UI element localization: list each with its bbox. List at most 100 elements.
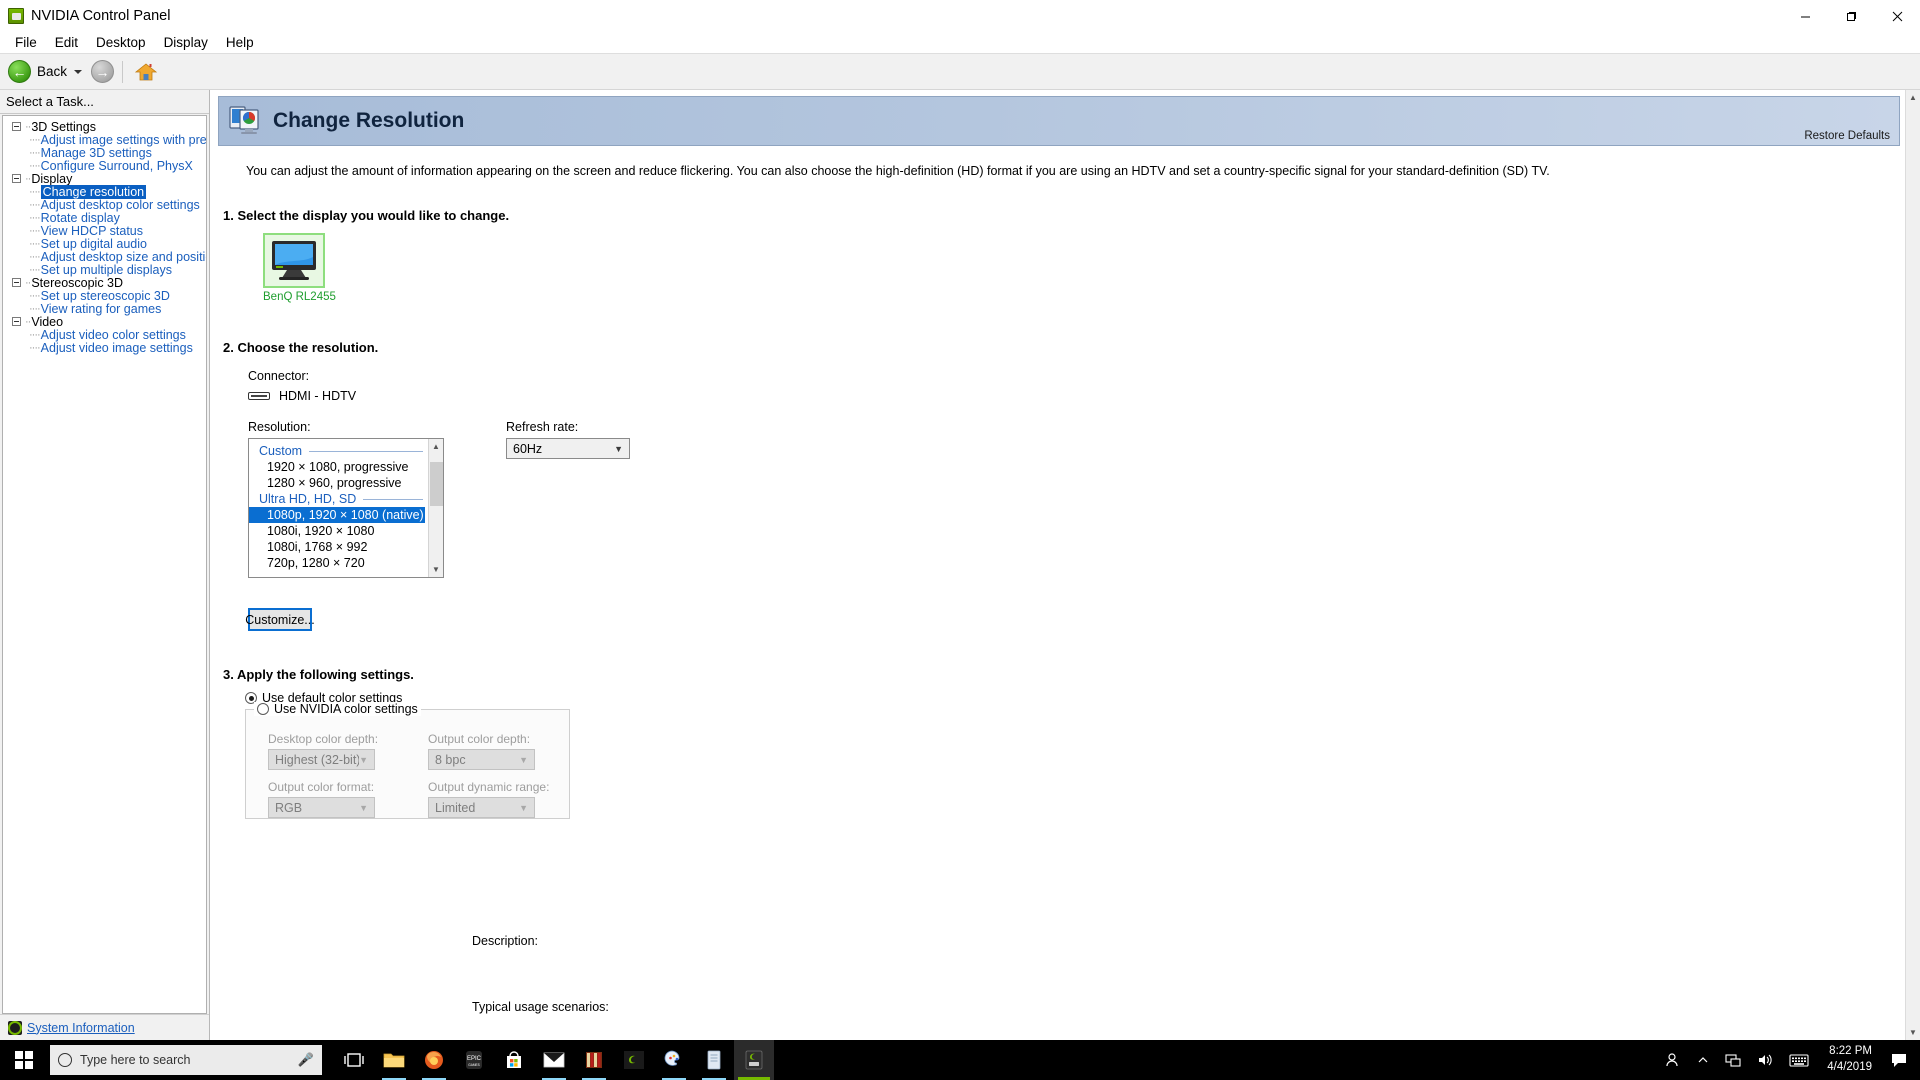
scrollbar-track[interactable] [1906,105,1920,1025]
chevron-down-icon: ▼ [519,754,528,765]
resolution-option[interactable]: 1280 × 960, progressive [249,475,443,491]
sidebar-item-adjust-desktop-size-and-position[interactable]: ···· Adjust desktop size and position [3,250,206,264]
step2-heading: 2. Choose the resolution. [223,340,379,355]
taskbar-search-box[interactable]: Type here to search 🎤 [50,1045,322,1075]
collapse-icon[interactable] [12,317,21,326]
scroll-down-icon[interactable]: ▼ [429,562,444,577]
radio-button-nvidia[interactable] [257,703,269,715]
menu-file[interactable]: File [6,33,46,52]
taskbar-clock[interactable]: 8:22 PM 4/4/2019 [1817,1040,1882,1080]
windows-logo-icon [15,1051,33,1069]
menu-help[interactable]: Help [217,33,263,52]
resolution-option[interactable]: 1080i, 1920 × 1080 [249,523,443,539]
window-controls [1782,0,1920,32]
start-button[interactable] [0,1040,48,1080]
people-icon[interactable] [1657,1040,1689,1080]
connector-label: Connector: [248,369,310,383]
home-icon[interactable] [134,62,158,82]
scroll-up-icon[interactable]: ▲ [1906,90,1920,105]
radio-use-nvidia-color-settings[interactable]: Use NVIDIA color settings [254,702,421,716]
tree-category-video[interactable]: ·· Video [3,315,206,329]
forward-icon[interactable]: → [91,60,115,83]
tree-category-3d-settings[interactable]: ·· 3D Settings [3,120,206,134]
page-scrollbar[interactable]: ▲ ▼ [1905,90,1920,1040]
scroll-up-icon[interactable]: ▲ [429,439,444,454]
keyboard-icon[interactable] [1781,1040,1817,1080]
epic-games-icon[interactable]: EPIC GAMES [454,1040,494,1080]
scrollbar-track[interactable] [429,454,444,562]
toolbar-divider [122,60,124,83]
menu-display[interactable]: Display [155,33,217,52]
winrar-icon[interactable] [574,1040,614,1080]
back-arrow-glyph: ← [12,63,27,80]
volume-icon[interactable] [1749,1040,1781,1080]
refresh-rate-dropdown[interactable]: 60Hz ▼ [506,438,630,459]
sidebar-item-view-hdcp-status[interactable]: ···· View HDCP status [3,224,206,238]
resolution-option-selected[interactable]: 1080p, 1920 × 1080 (native) [249,507,425,523]
sidebar-item-adjust-video-color-settings[interactable]: ···· Adjust video color settings [3,327,206,342]
chevron-down-icon[interactable] [74,69,83,74]
tree-connector: ·· [25,276,31,289]
sidebar-item-set-up-multiple-displays[interactable]: ···· Set up multiple displays [3,263,206,277]
sidebar-item-adjust-desktop-color-settings[interactable]: ···· Adjust desktop color settings [3,198,206,212]
collapse-icon[interactable] [12,122,21,131]
sidebar-item-adjust-image-settings[interactable]: ···· Adjust image settings with preview [3,133,206,147]
system-information-bar[interactable]: System Information [0,1014,209,1040]
sidebar-item-rotate-display[interactable]: ···· Rotate display [3,211,206,225]
task-tree[interactable]: ·· 3D Settings ···· Adjust image setting… [2,115,207,1014]
refresh-rate-value: 60Hz [513,441,543,456]
resolution-option[interactable]: 1920 × 1080, progressive [249,459,443,475]
firefox-icon[interactable] [414,1040,454,1080]
nvidia-geforce-icon[interactable] [614,1040,654,1080]
customize-button[interactable]: Customize... [245,608,315,631]
scroll-down-icon[interactable]: ▼ [1906,1025,1920,1040]
sidebar-item-configure-surround-physx[interactable]: ···· Configure Surround, PhysX [3,159,206,173]
system-information-link[interactable]: System Information [27,1021,135,1035]
task-view-icon[interactable] [334,1040,374,1080]
notepad-icon[interactable] [694,1040,734,1080]
paint-icon[interactable] [654,1040,694,1080]
resolution-refresh-row: Resolution: Custom 1920 × 1080, progress… [248,420,1900,578]
resolution-listbox[interactable]: Custom 1920 × 1080, progressive 1280 × 9… [248,438,444,578]
page-intro-text: You can adjust the amount of information… [246,164,1550,178]
collapse-icon[interactable] [12,174,21,183]
sidebar-item-label: Adjust video color settings [40,327,186,342]
sidebar-item-manage-3d-settings[interactable]: ···· Manage 3D settings [3,146,206,160]
restore-defaults-button[interactable]: Restore Defaults [1804,130,1890,142]
menu-desktop[interactable]: Desktop [87,33,155,52]
action-center-icon[interactable] [1882,1040,1916,1080]
step1-heading: 1. Select the display you would like to … [223,208,510,223]
tree-category-display[interactable]: ·· Display [3,172,206,186]
show-hidden-icons-icon[interactable] [1689,1040,1717,1080]
monitor-thumbnail[interactable] [263,233,325,288]
resolution-option[interactable]: 720p, 1280 × 720 [249,555,443,571]
resolution-scrollbar[interactable]: ▲ ▼ [428,439,443,577]
search-placeholder: Type here to search [80,1053,191,1067]
sidebar-item-view-rating-for-games[interactable]: ···· View rating for games [3,302,206,316]
file-explorer-icon[interactable] [374,1040,414,1080]
resolution-option[interactable]: 1080i, 1768 × 992 [249,539,443,555]
network-icon[interactable] [1717,1040,1749,1080]
radio-use-default-color-settings[interactable]: Use default color settings [245,691,1900,705]
sidebar-item-change-resolution[interactable]: ···· Change resolution [3,184,206,199]
window-title: NVIDIA Control Panel [31,8,171,24]
menu-edit[interactable]: Edit [46,33,87,52]
output-dynamic-range-dropdown: Limited ▼ [428,797,535,818]
collapse-icon[interactable] [12,278,21,287]
back-icon[interactable]: ← [8,60,31,83]
mail-icon[interactable] [534,1040,574,1080]
minimize-button[interactable] [1782,0,1828,32]
sidebar-item-adjust-video-image-settings[interactable]: ···· Adjust video image settings [3,341,206,355]
display-selector[interactable]: BenQ RL2455 [263,233,336,303]
maximize-button[interactable] [1828,0,1874,32]
back-button-label[interactable]: Back [37,64,67,79]
tree-category-stereoscopic-3d[interactable]: ·· Stereoscopic 3D [3,276,206,290]
microphone-icon[interactable]: 🎤 [298,1052,314,1068]
close-button[interactable] [1874,0,1920,32]
nvidia-control-panel-icon[interactable] [734,1040,774,1080]
microsoft-store-icon[interactable] [494,1040,534,1080]
description-column: Description: Typical usage scenarios: [472,934,609,1014]
sidebar-item-set-up-stereoscopic-3d[interactable]: ···· Set up stereoscopic 3D [3,289,206,303]
scrollbar-thumb[interactable] [429,462,443,506]
sidebar-item-set-up-digital-audio[interactable]: ···· Set up digital audio [3,237,206,251]
